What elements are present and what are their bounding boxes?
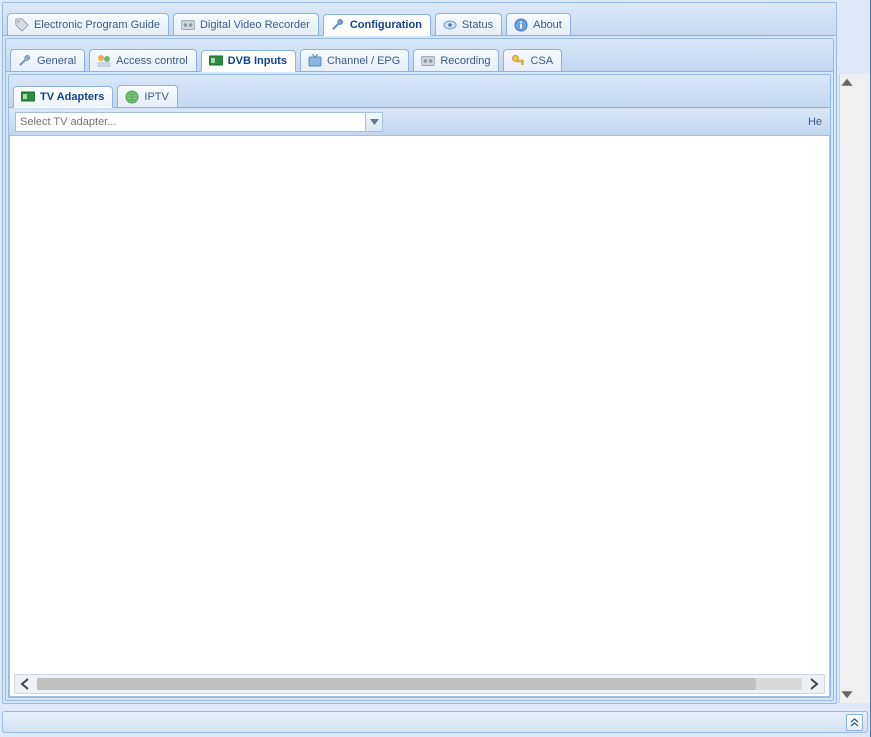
tab-dvr[interactable]: Digital Video Recorder [173, 13, 319, 35]
recorder-icon [180, 17, 196, 33]
config-tabstrip: General Access control DVB Inputs [6, 39, 833, 72]
tab-tv-adapters[interactable]: TV Adapters [13, 86, 113, 108]
tab-label: CSA [530, 55, 553, 67]
tv-icon [307, 53, 323, 69]
adapter-toolbar: He [9, 108, 830, 136]
card-green-icon [208, 53, 224, 69]
users-icon [96, 53, 112, 69]
tab-access-control[interactable]: Access control [89, 49, 197, 71]
tab-iptv[interactable]: IPTV [117, 85, 177, 107]
tab-epg[interactable]: Electronic Program Guide [7, 13, 169, 35]
info-icon [513, 17, 529, 33]
chevron-down-icon [370, 119, 379, 125]
card-green-icon [20, 89, 36, 105]
adapter-select-input[interactable] [15, 112, 365, 132]
tab-label: Status [462, 19, 493, 31]
configuration-panel: General Access control DVB Inputs [5, 38, 834, 701]
recorder-icon [420, 53, 436, 69]
tab-status[interactable]: Status [435, 13, 502, 35]
tab-channel-epg[interactable]: Channel / EPG [300, 49, 409, 71]
horizontal-scrollbar[interactable] [14, 674, 825, 694]
tab-label: General [37, 55, 76, 67]
tab-general[interactable]: General [10, 49, 85, 71]
scrollbar-track[interactable] [37, 678, 802, 690]
tab-about[interactable]: About [506, 13, 571, 35]
scroll-down-arrow-icon[interactable] [840, 687, 870, 701]
os-vertical-scrollbar[interactable] [839, 74, 870, 703]
dvb-inputs-panel: TV Adapters IPTV [8, 74, 831, 698]
help-label: He [808, 116, 824, 128]
tab-label: IPTV [144, 91, 168, 103]
adapter-content [10, 136, 829, 674]
app-root: Electronic Program Guide Digital Video R… [0, 0, 871, 737]
tab-label: DVB Inputs [228, 55, 287, 67]
tab-label: Access control [116, 55, 188, 67]
scroll-left-arrow-icon[interactable] [15, 678, 35, 690]
scroll-up-arrow-icon[interactable] [840, 76, 870, 90]
adapter-combo [15, 112, 383, 132]
adapter-combo-trigger[interactable] [365, 112, 383, 132]
adapter-content-wrap [9, 136, 830, 697]
tab-csa[interactable]: CSA [503, 49, 562, 71]
tab-dvb-inputs[interactable]: DVB Inputs [201, 50, 296, 72]
tab-label: Channel / EPG [327, 55, 400, 67]
globe-icon [124, 89, 140, 105]
eye-icon [442, 17, 458, 33]
tag-icon [14, 17, 30, 33]
wrench-icon [330, 17, 346, 33]
tab-label: Digital Video Recorder [200, 19, 310, 31]
key-icon [510, 53, 526, 69]
dvb-tabstrip: TV Adapters IPTV [9, 75, 830, 108]
tab-label: About [533, 19, 562, 31]
tab-label: Electronic Program Guide [34, 19, 160, 31]
tab-recording[interactable]: Recording [413, 49, 499, 71]
top-tabstrip: Electronic Program Guide Digital Video R… [3, 3, 836, 36]
scroll-right-arrow-icon[interactable] [804, 678, 824, 690]
expand-south-button[interactable] [846, 714, 863, 731]
tab-label: Configuration [350, 19, 422, 31]
wrench-icon [17, 53, 33, 69]
tab-label: Recording [440, 55, 490, 67]
main-region: Electronic Program Guide Digital Video R… [2, 2, 837, 704]
south-collapsed-panel[interactable] [2, 711, 868, 733]
tab-label: TV Adapters [40, 91, 104, 103]
scrollbar-thumb[interactable] [37, 678, 756, 690]
tab-configuration[interactable]: Configuration [323, 14, 431, 36]
double-chevron-up-icon [850, 718, 859, 727]
